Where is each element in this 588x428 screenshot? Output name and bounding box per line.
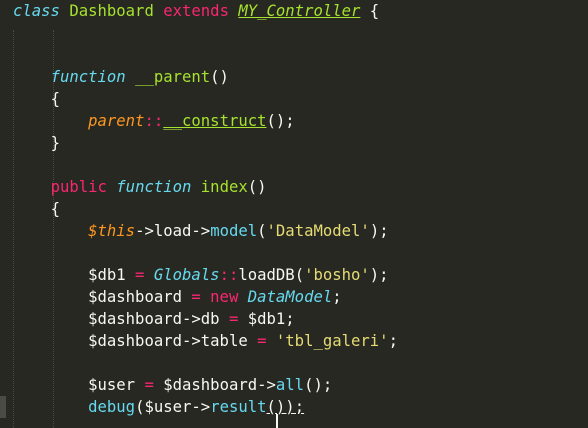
function-call: debug	[88, 398, 136, 416]
paren: (	[266, 398, 276, 416]
parens: ()	[247, 178, 267, 196]
method-call: loadDB	[238, 266, 295, 284]
construct-call: __construct	[163, 112, 267, 130]
property: table	[200, 332, 248, 350]
code-line[interactable]: function __parent()	[13, 66, 398, 88]
semicolon: ;	[332, 288, 342, 306]
variable: $dashboard	[88, 332, 182, 350]
function-name: index	[200, 178, 248, 196]
variable: $db1;	[247, 310, 295, 328]
call-end: ();	[266, 112, 295, 130]
paren: (	[257, 222, 267, 240]
code-line[interactable]: {	[13, 88, 398, 110]
code-line[interactable]: public function index()	[13, 176, 398, 198]
semicolon: ;	[388, 332, 398, 350]
code-line[interactable]: $dashboard->db = $db1;	[13, 308, 398, 330]
code-editor[interactable]: class Dashboard extends MY_Controller { …	[0, 0, 588, 428]
class-reference: Globals	[153, 266, 220, 284]
parent-keyword: parent	[88, 112, 145, 130]
function-name: __parent	[135, 68, 211, 86]
string-literal: 'bosho'	[304, 266, 370, 284]
scope-operator: ::	[144, 112, 164, 130]
arrow-operator: ->	[135, 222, 154, 240]
method-call: model	[210, 222, 258, 240]
property: load	[153, 222, 192, 240]
scope-operator: ::	[219, 266, 239, 284]
parens: ()	[210, 68, 229, 86]
class-keyword: class	[13, 2, 60, 20]
new-keyword: new	[210, 288, 239, 306]
paren-close: );	[369, 222, 389, 240]
open-brace: {	[360, 2, 380, 20]
code-line[interactable]	[13, 22, 398, 44]
method-call: all	[275, 376, 305, 394]
arrow-operator: ->	[191, 398, 211, 416]
brace: {	[50, 200, 60, 218]
class-name: Dashboard	[69, 2, 154, 20]
variable: $db1	[88, 266, 126, 284]
call-end: ();	[304, 376, 333, 394]
arrow-operator: ->	[182, 310, 201, 328]
property: db	[200, 310, 220, 328]
code-line[interactable]: parent::__construct();	[13, 110, 398, 132]
code-line[interactable]: class Dashboard extends MY_Controller {	[13, 0, 398, 22]
code-line[interactable]: $this->load->model('DataModel');	[13, 220, 398, 242]
variable: $dashboard	[88, 288, 182, 306]
code-line[interactable]	[13, 154, 398, 176]
extends-keyword: extends	[163, 2, 229, 20]
variable: $dashboard	[88, 310, 182, 328]
arrow-operator: ->	[182, 332, 201, 350]
paren: (	[294, 266, 305, 284]
public-keyword: public	[50, 178, 107, 196]
this-variable: $this	[88, 222, 136, 240]
string-literal: 'tbl_galeri'	[275, 332, 389, 350]
code-line[interactable]: $user = $dashboard->all();	[13, 374, 398, 396]
string-literal: 'DataModel'	[266, 222, 370, 240]
current-line-gutter-marker	[0, 396, 6, 418]
function-keyword: function	[116, 178, 192, 196]
variable: $dashboard	[163, 376, 258, 394]
assign-operator: =	[182, 288, 211, 306]
code-line[interactable]: debug($user->result());	[13, 396, 398, 428]
variable: $user	[144, 398, 192, 416]
code-content[interactable]: class Dashboard extends MY_Controller { …	[13, 0, 398, 428]
paren-close: );	[369, 266, 389, 284]
parent-class-name: MY_Controller	[238, 2, 361, 20]
paren-close: ));	[275, 398, 305, 416]
class-reference: DataModel	[247, 288, 333, 306]
code-line[interactable]: {	[13, 198, 398, 220]
function-keyword: function	[50, 68, 126, 86]
code-line[interactable]: }	[13, 132, 398, 154]
assign-operator: =	[219, 310, 248, 328]
code-line[interactable]	[13, 242, 398, 264]
arrow-operator: ->	[191, 222, 211, 240]
brace: {	[50, 90, 60, 108]
assign-operator: =	[135, 376, 164, 394]
code-line[interactable]: $db1 = Globals::loadDB('bosho');	[13, 264, 398, 286]
code-line[interactable]: $dashboard->table = 'tbl_galeri';	[13, 330, 398, 352]
variable: $user	[88, 376, 136, 394]
code-line[interactable]	[13, 352, 398, 374]
method-call: result	[210, 398, 267, 416]
assign-operator: =	[125, 266, 154, 284]
arrow-operator: ->	[257, 376, 276, 394]
brace: }	[50, 134, 60, 152]
code-line[interactable]: $dashboard = new DataModel;	[13, 286, 398, 308]
assign-operator: =	[247, 332, 276, 350]
code-line[interactable]	[13, 44, 398, 66]
